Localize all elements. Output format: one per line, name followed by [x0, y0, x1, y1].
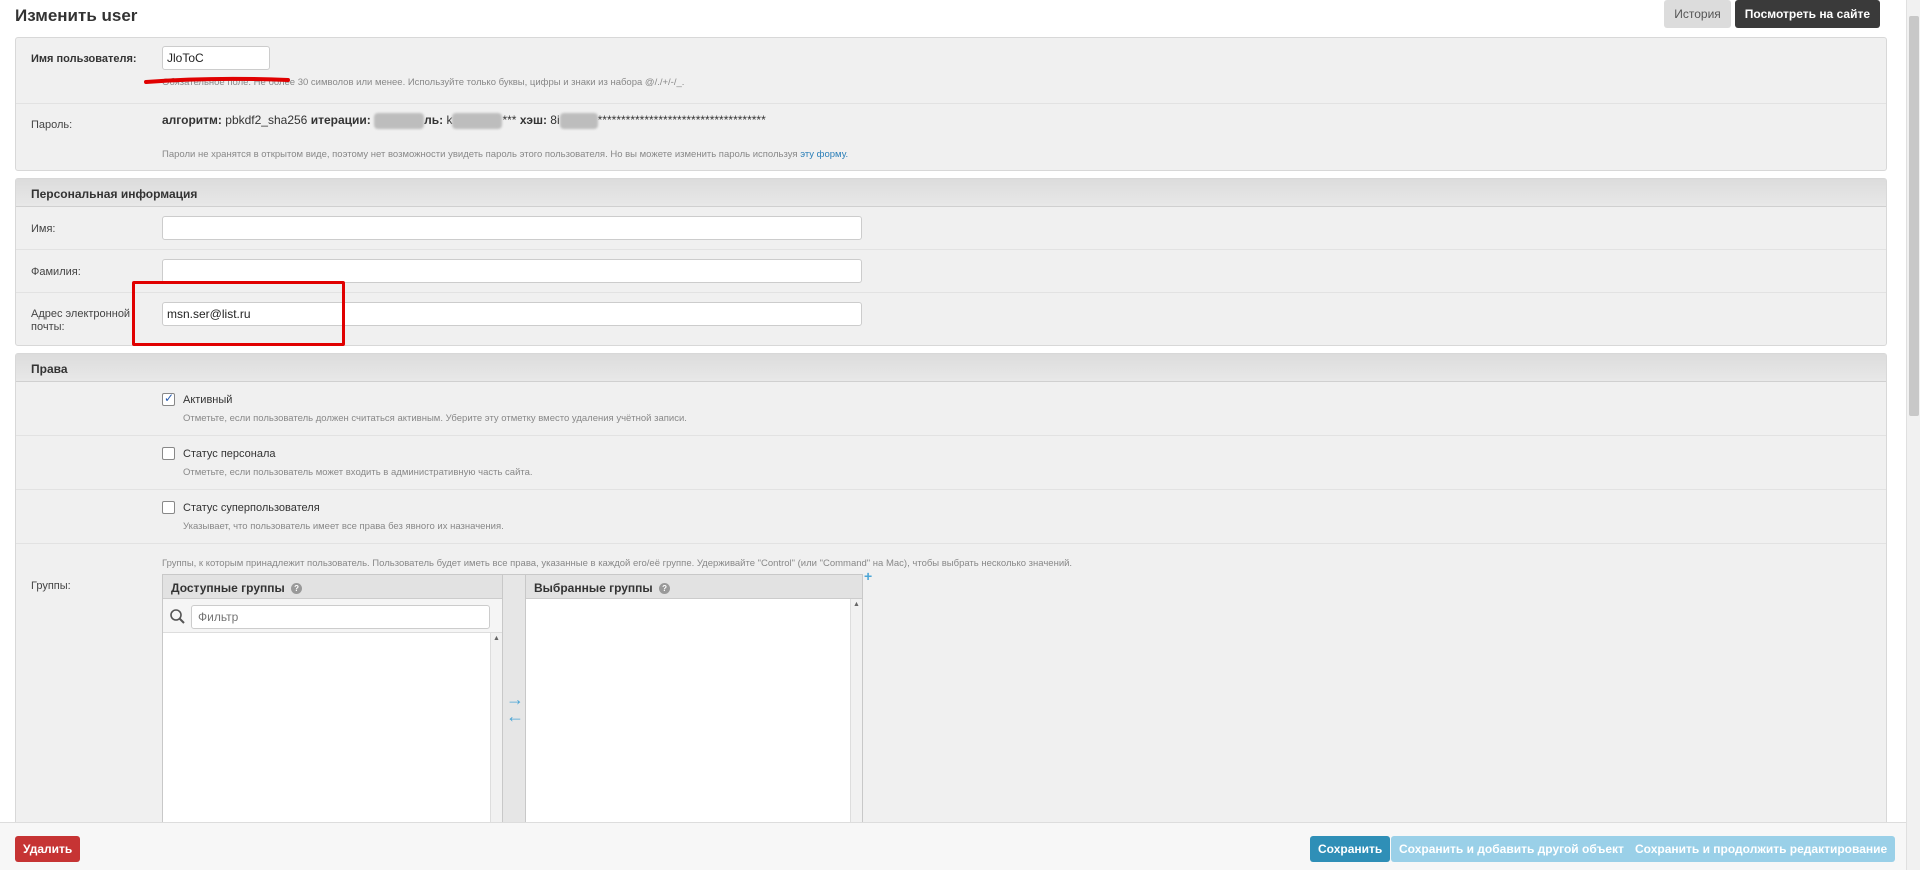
password-label: Пароль: — [31, 119, 73, 131]
password-row: Пароль: алгоритм: pbkdf2_sha256 итерации… — [16, 104, 1886, 170]
active-help: Отметьте, если пользователь должен счита… — [183, 413, 687, 424]
scrollbar-thumb[interactable] — [1909, 16, 1919, 416]
active-label: Активный — [183, 394, 233, 406]
delete-button[interactable]: Удалить — [15, 836, 81, 862]
available-groups-scrollbar[interactable]: ▲ — [490, 633, 502, 825]
password-salt-tail: *** — [502, 113, 517, 128]
save-button[interactable]: Сохранить — [1310, 836, 1391, 862]
save-and-continue-button[interactable]: Сохранить и продолжить редактирование — [1627, 836, 1896, 862]
submit-row: Удалить Сохранить Сохранить и добавить д… — [0, 822, 1906, 870]
available-groups-list[interactable] — [163, 633, 490, 825]
remove-arrow-icon[interactable]: ← — [506, 706, 524, 727]
red-box-annotation — [132, 281, 345, 346]
chosen-groups-box: Выбранные группы ? ▲ — [525, 574, 863, 826]
superuser-label: Статус суперпользователя — [183, 502, 320, 514]
filter-input[interactable] — [191, 605, 490, 629]
email-row: Адрес электронной почты: — [16, 281, 1886, 346]
help-icon: ? — [291, 583, 303, 595]
available-groups-title: Доступные группы ? — [163, 575, 502, 599]
chosen-groups-title-text: Выбранные группы — [534, 581, 653, 595]
groups-label: Группы: — [31, 580, 71, 592]
chosen-groups-title: Выбранные группы ? — [526, 575, 862, 599]
scroll-up-icon[interactable]: ▲ — [851, 601, 862, 608]
groups-help: Группы, к которым принадлежит пользовате… — [162, 558, 1073, 569]
red-underline-annotation — [144, 76, 290, 84]
active-checkbox[interactable] — [162, 391, 175, 406]
view-on-site-button[interactable]: Посмотреть на сайте — [1734, 0, 1880, 28]
chosen-groups-scrollbar[interactable]: ▲ — [850, 599, 862, 825]
page-scrollbar[interactable] — [1906, 0, 1920, 870]
filter-row — [163, 599, 502, 633]
groups-row: Группы: Группы, к которым принадлежит по… — [16, 544, 1886, 826]
staff-checkbox[interactable] — [162, 447, 175, 460]
username-label: Имя пользователя: — [31, 53, 137, 65]
superuser-help: Указывает, что пользователь имеет все пр… — [183, 521, 504, 532]
staff-row: Статус персонала Отметьте, если пользова… — [16, 436, 1886, 490]
chosen-groups-list[interactable] — [526, 599, 850, 825]
last-name-input[interactable] — [162, 259, 862, 283]
first-name-input[interactable] — [162, 216, 862, 240]
password-help-text: Пароли не хранятся в открытом виде, поэт… — [162, 149, 798, 160]
account-panel: Имя пользователя: Обязательное поле. Не … — [15, 37, 1887, 171]
active-row: Активный Отметьте, если пользователь дол… — [16, 382, 1886, 436]
first-name-row: Имя: — [16, 207, 1886, 250]
history-button[interactable]: История — [1664, 0, 1731, 28]
password-hash-value: 8i — [550, 113, 560, 128]
password-iterations-label: итерации: — [310, 113, 371, 128]
password-hash-tail: ************************************ — [597, 113, 766, 128]
page: Изменить user История Посмотреть на сайт… — [0, 0, 1920, 870]
personal-info-heading: Персональная информация — [16, 179, 1886, 207]
transfer-column: → ← — [503, 574, 525, 826]
permissions-panel: Права Активный Отметьте, если пользовате… — [15, 353, 1887, 826]
superuser-checkbox[interactable] — [162, 501, 175, 514]
last-name-label: Фамилия: — [31, 266, 81, 278]
page-title: Изменить user — [15, 6, 138, 25]
redacted-block — [374, 113, 425, 129]
available-groups-box: Доступные группы ? ▲ — [162, 574, 503, 826]
scroll-up-icon[interactable]: ▲ — [491, 635, 502, 642]
top-actions: История Посмотреть на сайте — [1664, 0, 1880, 28]
password-help: Пароли не хранятся в открытом виде, поэт… — [162, 149, 848, 160]
email-label: Адрес электронной почты: — [31, 308, 131, 333]
plus-icon[interactable]: + — [864, 568, 872, 584]
search-icon — [170, 609, 185, 624]
password-algorithm-label: алгоритм: — [162, 113, 222, 128]
password-summary: алгоритм: pbkdf2_sha256 итерации: ль: k *… — [162, 113, 766, 129]
save-and-add-button[interactable]: Сохранить и добавить другой объект — [1391, 836, 1632, 862]
password-hash-label: хэш: — [519, 113, 547, 128]
personal-info-panel: Персональная информация Имя: Фамилия: Ад… — [15, 178, 1887, 346]
username-row: Имя пользователя: Обязательное поле. Не … — [16, 38, 1886, 104]
permissions-heading: Права — [16, 354, 1886, 382]
password-salt-label: ль: — [424, 113, 444, 128]
password-algorithm-value: pbkdf2_sha256 — [225, 113, 308, 128]
redacted-block — [452, 113, 503, 129]
staff-label: Статус персонала — [183, 448, 276, 460]
available-groups-title-text: Доступные группы — [171, 581, 285, 595]
redacted-block — [559, 113, 598, 129]
first-name-label: Имя: — [31, 223, 56, 235]
username-input[interactable] — [162, 46, 270, 70]
staff-help: Отметьте, если пользователь может входит… — [183, 467, 533, 478]
superuser-row: Статус суперпользователя Указывает, что … — [16, 490, 1886, 544]
change-password-link[interactable]: эту форму. — [800, 149, 848, 160]
help-icon: ? — [659, 583, 671, 595]
